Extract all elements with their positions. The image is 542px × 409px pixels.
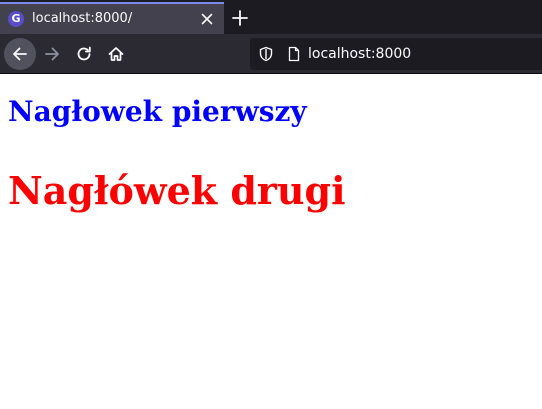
tab-title: localhost:8000/	[32, 11, 133, 26]
home-icon	[108, 47, 124, 61]
home-button[interactable]	[100, 38, 132, 70]
gatsby-favicon-icon: G	[8, 11, 24, 27]
navigation-toolbar: localhost:8000	[0, 34, 542, 74]
tab-strip: G localhost:8000/	[0, 0, 542, 34]
heading-first: Nagłowek pierwszy	[8, 95, 307, 128]
page-content: Nagłowek pierwszy Nagłówek drugi	[0, 75, 542, 409]
plus-icon	[232, 10, 248, 26]
tab-localhost[interactable]: G localhost:8000/	[0, 2, 224, 34]
url-text[interactable]: localhost:8000	[308, 45, 411, 63]
heading-second: Nagłówek drugi	[8, 168, 346, 213]
reload-icon	[77, 46, 91, 61]
page-icon[interactable]	[286, 46, 302, 62]
close-icon	[201, 13, 213, 25]
arrow-right-icon	[45, 47, 59, 61]
close-tab-button[interactable]	[198, 10, 216, 28]
reload-button[interactable]	[68, 38, 100, 70]
url-bar[interactable]: localhost:8000	[250, 38, 542, 70]
arrow-left-icon	[13, 47, 27, 61]
forward-button[interactable]	[36, 38, 68, 70]
back-button[interactable]	[4, 38, 36, 70]
new-tab-button[interactable]	[229, 7, 251, 29]
shield-icon[interactable]	[258, 46, 274, 62]
